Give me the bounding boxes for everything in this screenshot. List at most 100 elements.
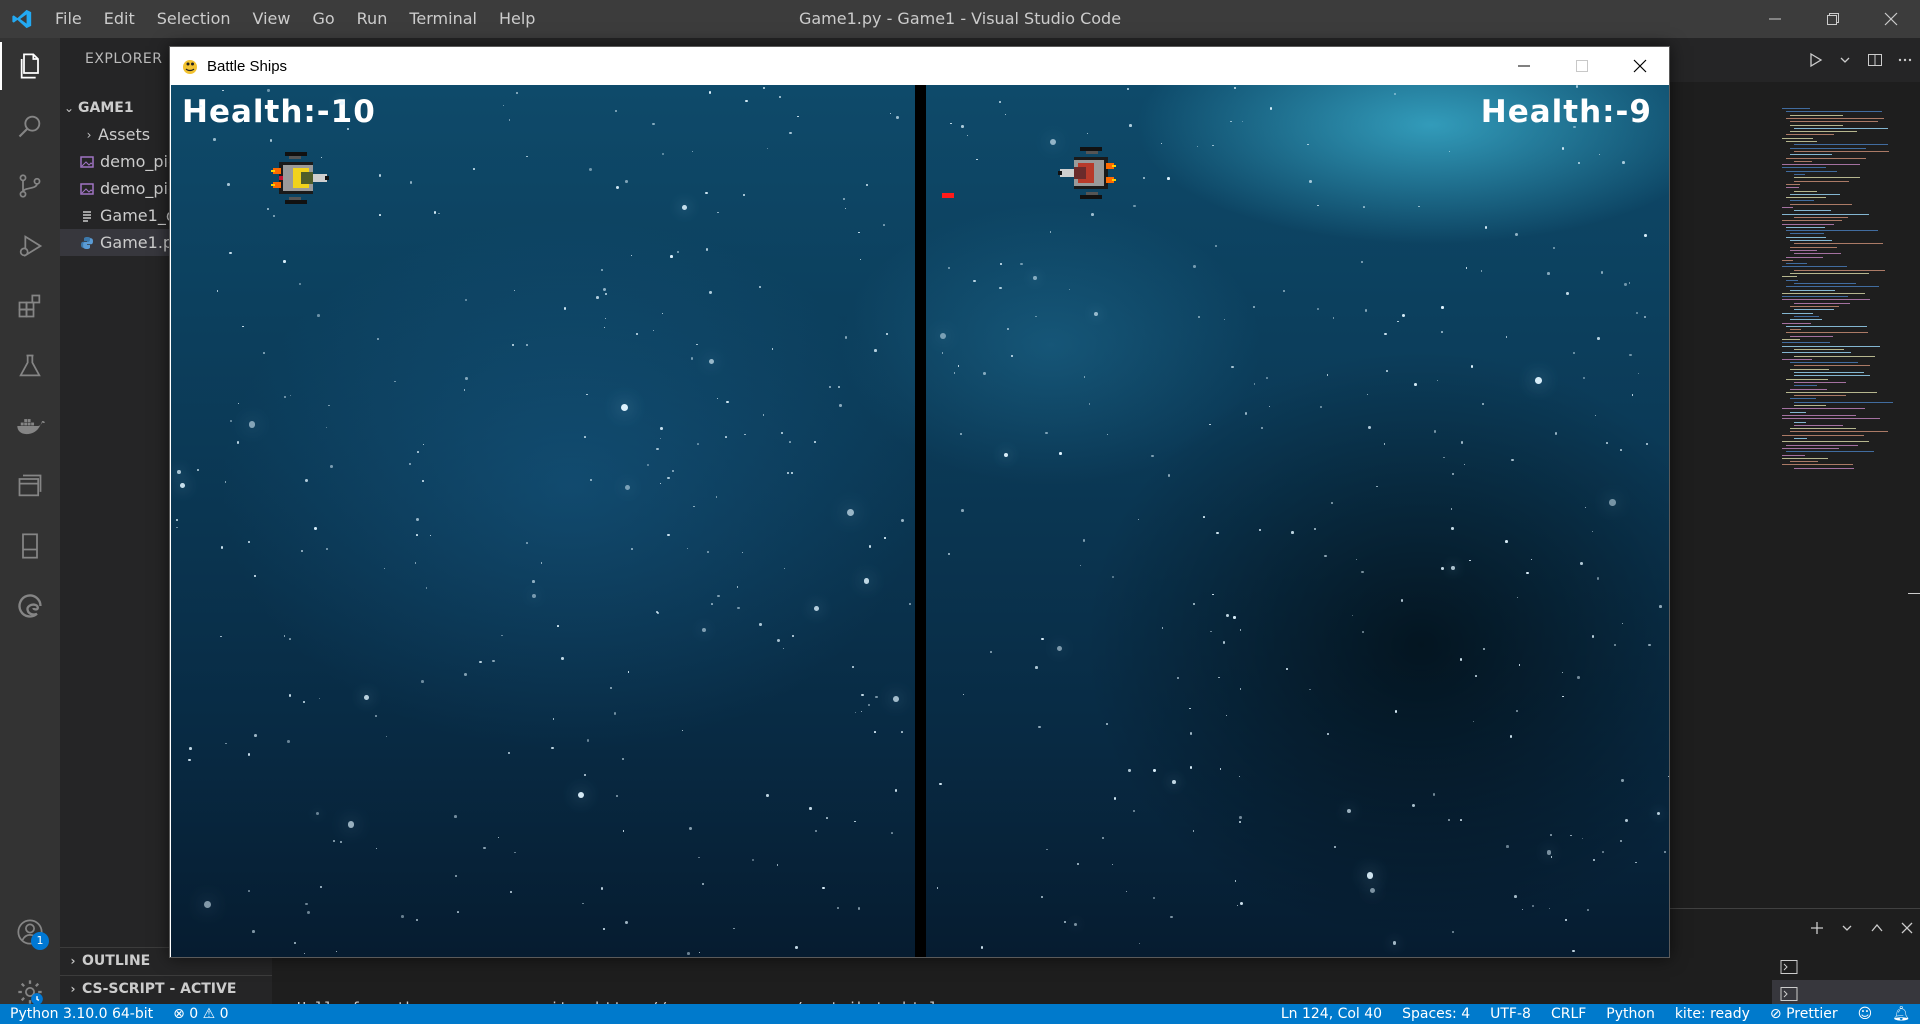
star — [743, 193, 746, 196]
cs-script-section[interactable]: › CS-SCRIPT - ACTIVE — [60, 975, 272, 1002]
star — [600, 268, 604, 272]
search-icon[interactable] — [0, 102, 60, 150]
star — [625, 921, 629, 925]
star — [852, 665, 855, 668]
star — [584, 436, 586, 438]
terminal-instance-2[interactable] — [1772, 980, 1920, 1007]
star — [1414, 382, 1418, 386]
new-terminal-plus-icon[interactable] — [1804, 915, 1830, 941]
menu-selection[interactable]: Selection — [146, 0, 242, 38]
split-editor-icon[interactable] — [1860, 45, 1890, 75]
star — [998, 286, 1002, 290]
window-controls — [1746, 0, 1920, 38]
encoding-status[interactable]: UTF-8 — [1480, 1004, 1541, 1024]
star — [1347, 808, 1352, 813]
menu-terminal[interactable]: Terminal — [398, 0, 488, 38]
error-icon: ⊗ — [173, 1006, 185, 1022]
star — [1111, 863, 1114, 866]
maximize-panel-chevron-up-icon[interactable] — [1864, 915, 1890, 941]
run-python-file-icon[interactable] — [1800, 45, 1830, 75]
star — [247, 752, 251, 756]
star — [229, 251, 232, 255]
run-debug-icon[interactable] — [0, 222, 60, 270]
star — [1402, 314, 1406, 317]
python-interpreter-status[interactable]: Python 3.10.0 64-bit — [0, 1004, 163, 1024]
docker-icon[interactable] — [0, 402, 60, 450]
star — [762, 87, 765, 89]
minimap-line — [1790, 233, 1824, 235]
star — [1101, 836, 1104, 839]
star — [339, 840, 342, 843]
star — [957, 365, 960, 367]
minimap[interactable] — [1782, 108, 1912, 488]
accounts-icon[interactable]: 1 — [0, 908, 60, 956]
menu-go[interactable]: Go — [301, 0, 345, 38]
star — [855, 712, 857, 714]
star — [563, 307, 567, 311]
explorer-icon[interactable] — [0, 42, 60, 90]
terminal-dropdown-chevron-icon[interactable] — [1834, 915, 1860, 941]
minimap-line — [1790, 306, 1840, 307]
menu-help[interactable]: Help — [488, 0, 546, 38]
terminal-tabs-list — [1772, 953, 1920, 1007]
star — [1079, 565, 1081, 567]
game-close-icon[interactable] — [1611, 47, 1669, 85]
warning-icon: ⚠ — [202, 1006, 216, 1022]
remote-explorer-icon[interactable] — [0, 462, 60, 510]
cursor-position-status[interactable]: Ln 124, Col 40 — [1271, 1004, 1392, 1024]
star — [1643, 315, 1647, 318]
minimap-line — [1790, 335, 1834, 337]
game-canvas[interactable]: Health:-10 Health:-9 — [171, 85, 1669, 957]
terminal-instance-1[interactable] — [1772, 953, 1920, 980]
indentation-status[interactable]: Spaces: 4 — [1392, 1004, 1480, 1024]
source-control-icon[interactable] — [0, 162, 60, 210]
problems-status[interactable]: ⊗ 0 ⚠ 0 — [163, 1004, 239, 1024]
menu-run[interactable]: Run — [346, 0, 399, 38]
star — [1471, 365, 1474, 368]
star — [289, 394, 291, 396]
close-panel-icon[interactable] — [1894, 915, 1920, 941]
star — [176, 526, 178, 529]
star — [1360, 260, 1363, 263]
star — [305, 479, 308, 482]
eol-status[interactable]: CRLF — [1541, 1004, 1596, 1024]
extensions-icon[interactable] — [0, 282, 60, 330]
testing-flask-icon[interactable] — [0, 342, 60, 390]
notebook-icon[interactable] — [0, 522, 60, 570]
star — [857, 907, 860, 910]
star — [1129, 124, 1132, 127]
run-dropdown-chevron-icon[interactable] — [1830, 45, 1860, 75]
star — [1212, 593, 1214, 595]
star — [230, 419, 232, 422]
star — [1113, 797, 1117, 800]
menu-edit[interactable]: Edit — [93, 0, 146, 38]
language-mode-status[interactable]: Python — [1596, 1004, 1665, 1024]
notifications-bell-icon[interactable]: 🔔︎ — [1882, 1004, 1920, 1024]
star — [532, 580, 536, 583]
star — [1269, 107, 1273, 110]
minimap-line — [1786, 256, 1823, 258]
star — [1516, 709, 1519, 712]
kite-status[interactable]: kite: ready — [1665, 1004, 1760, 1024]
restore-icon[interactable] — [1804, 0, 1862, 38]
star — [409, 463, 412, 466]
minimap-line — [1786, 444, 1859, 446]
star — [1222, 640, 1226, 644]
feedback-icon[interactable]: ☺ — [1848, 1004, 1883, 1024]
star — [882, 223, 885, 226]
star — [1624, 283, 1627, 286]
star — [463, 389, 466, 392]
star — [247, 540, 250, 544]
close-icon[interactable] — [1862, 0, 1920, 38]
menu-view[interactable]: View — [242, 0, 302, 38]
edge-browser-icon[interactable] — [0, 582, 60, 630]
star — [826, 817, 828, 819]
star — [726, 400, 729, 403]
more-actions-icon[interactable] — [1890, 45, 1920, 75]
star — [1515, 233, 1519, 237]
menu-file[interactable]: File — [44, 0, 93, 38]
minimize-icon[interactable] — [1746, 0, 1804, 38]
prettier-status[interactable]: ⊘ Prettier — [1760, 1004, 1848, 1024]
game-minimize-icon[interactable] — [1495, 47, 1553, 85]
star — [409, 181, 413, 184]
